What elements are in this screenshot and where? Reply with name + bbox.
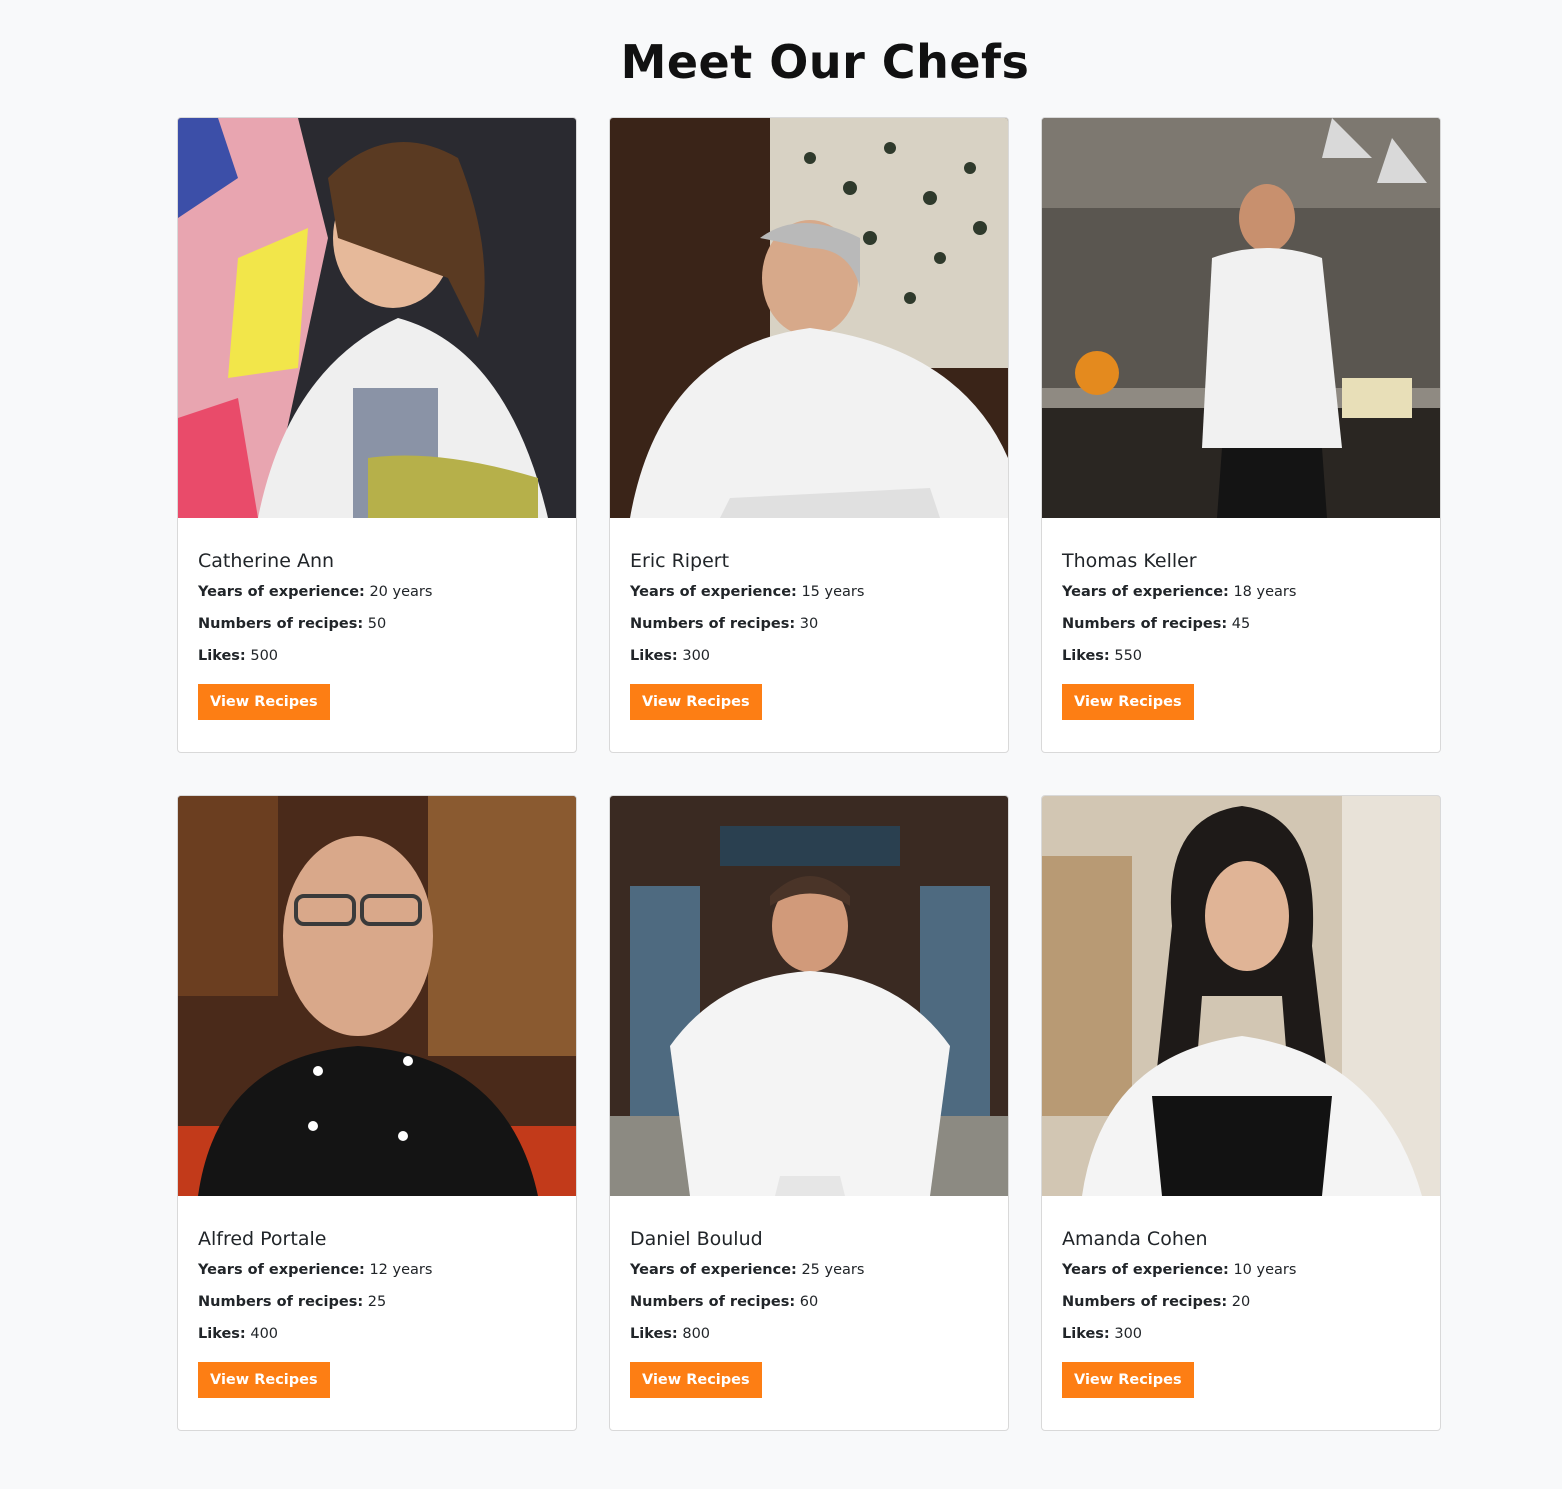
chef-photo [1042, 118, 1440, 518]
chef-photo [1042, 796, 1440, 1196]
recipes-stat: Numbers of recipes: 60 [630, 1292, 988, 1312]
likes-value: 400 [250, 1326, 279, 1342]
experience-value: 20 years [369, 584, 433, 600]
view-recipes-button[interactable]: View Recipes [198, 684, 330, 720]
recipes-value: 30 [799, 616, 819, 632]
chef-name: Amanda Cohen [1062, 1228, 1208, 1250]
chef-photo [178, 118, 576, 518]
experience-stat: Years of experience: 18 years [1062, 582, 1420, 602]
experience-stat: Years of experience: 12 years [198, 1260, 556, 1280]
chef-photo [610, 118, 1008, 518]
likes-label: Likes: [630, 1326, 678, 1342]
likes-label: Likes: [630, 648, 678, 664]
recipes-value: 60 [799, 1294, 819, 1310]
chef-card: Amanda Cohen Years of experience: 10 yea… [1041, 795, 1441, 1431]
page-title: Meet Our Chefs [620, 35, 1030, 89]
chef-name: Thomas Keller [1062, 550, 1197, 572]
likes-stat: Likes: 300 [1062, 1324, 1420, 1344]
chef-name: Daniel Boulud [630, 1228, 763, 1250]
experience-value: 12 years [369, 1262, 433, 1278]
experience-stat: Years of experience: 20 years [198, 582, 556, 602]
view-recipes-button[interactable]: View Recipes [1062, 1362, 1194, 1398]
chef-name: Catherine Ann [198, 550, 335, 572]
experience-label: Years of experience: [1062, 584, 1229, 600]
experience-stat: Years of experience: 10 years [1062, 1260, 1420, 1280]
recipes-label: Numbers of recipes: [630, 1294, 796, 1310]
experience-value: 15 years [801, 584, 865, 600]
recipes-stat: Numbers of recipes: 50 [198, 614, 556, 634]
experience-value: 18 years [1233, 584, 1297, 600]
chef-name: Eric Ripert [630, 550, 730, 572]
experience-label: Years of experience: [1062, 1262, 1229, 1278]
chef-name: Alfred Portale [198, 1228, 327, 1250]
likes-label: Likes: [198, 648, 246, 664]
recipes-label: Numbers of recipes: [630, 616, 796, 632]
view-recipes-button[interactable]: View Recipes [630, 1362, 762, 1398]
chef-card: Alfred Portale Years of experience: 12 y… [177, 795, 577, 1431]
likes-stat: Likes: 300 [630, 646, 988, 666]
experience-stat: Years of experience: 15 years [630, 582, 988, 602]
chef-card: Eric Ripert Years of experience: 15 year… [609, 117, 1009, 753]
recipes-stat: Numbers of recipes: 20 [1062, 1292, 1420, 1312]
recipes-value: 25 [367, 1294, 387, 1310]
likes-stat: Likes: 800 [630, 1324, 988, 1344]
view-recipes-button[interactable]: View Recipes [1062, 684, 1194, 720]
recipes-stat: Numbers of recipes: 25 [198, 1292, 556, 1312]
chef-grid: Catherine Ann Years of experience: 20 ye… [177, 117, 1441, 1431]
recipes-label: Numbers of recipes: [198, 1294, 364, 1310]
view-recipes-button[interactable]: View Recipes [198, 1362, 330, 1398]
likes-value: 500 [250, 648, 279, 664]
recipes-stat: Numbers of recipes: 45 [1062, 614, 1420, 634]
experience-label: Years of experience: [630, 584, 797, 600]
recipes-label: Numbers of recipes: [198, 616, 364, 632]
recipes-label: Numbers of recipes: [1062, 616, 1228, 632]
chef-photo [178, 796, 576, 1196]
likes-value: 300 [682, 648, 711, 664]
experience-label: Years of experience: [630, 1262, 797, 1278]
likes-value: 550 [1114, 648, 1143, 664]
likes-value: 300 [1114, 1326, 1143, 1342]
chef-card: Catherine Ann Years of experience: 20 ye… [177, 117, 577, 753]
likes-label: Likes: [198, 1326, 246, 1342]
chef-card: Thomas Keller Years of experience: 18 ye… [1041, 117, 1441, 753]
chef-photo [610, 796, 1008, 1196]
view-recipes-button[interactable]: View Recipes [630, 684, 762, 720]
recipes-value: 20 [1231, 1294, 1251, 1310]
recipes-value: 45 [1231, 616, 1251, 632]
experience-label: Years of experience: [198, 1262, 365, 1278]
likes-label: Likes: [1062, 648, 1110, 664]
likes-stat: Likes: 550 [1062, 646, 1420, 666]
experience-value: 25 years [801, 1262, 865, 1278]
experience-label: Years of experience: [198, 584, 365, 600]
experience-value: 10 years [1233, 1262, 1297, 1278]
likes-value: 800 [682, 1326, 711, 1342]
recipes-stat: Numbers of recipes: 30 [630, 614, 988, 634]
recipes-value: 50 [367, 616, 387, 632]
likes-stat: Likes: 500 [198, 646, 556, 666]
chef-card: Daniel Boulud Years of experience: 25 ye… [609, 795, 1009, 1431]
likes-stat: Likes: 400 [198, 1324, 556, 1344]
experience-stat: Years of experience: 25 years [630, 1260, 988, 1280]
recipes-label: Numbers of recipes: [1062, 1294, 1228, 1310]
likes-label: Likes: [1062, 1326, 1110, 1342]
